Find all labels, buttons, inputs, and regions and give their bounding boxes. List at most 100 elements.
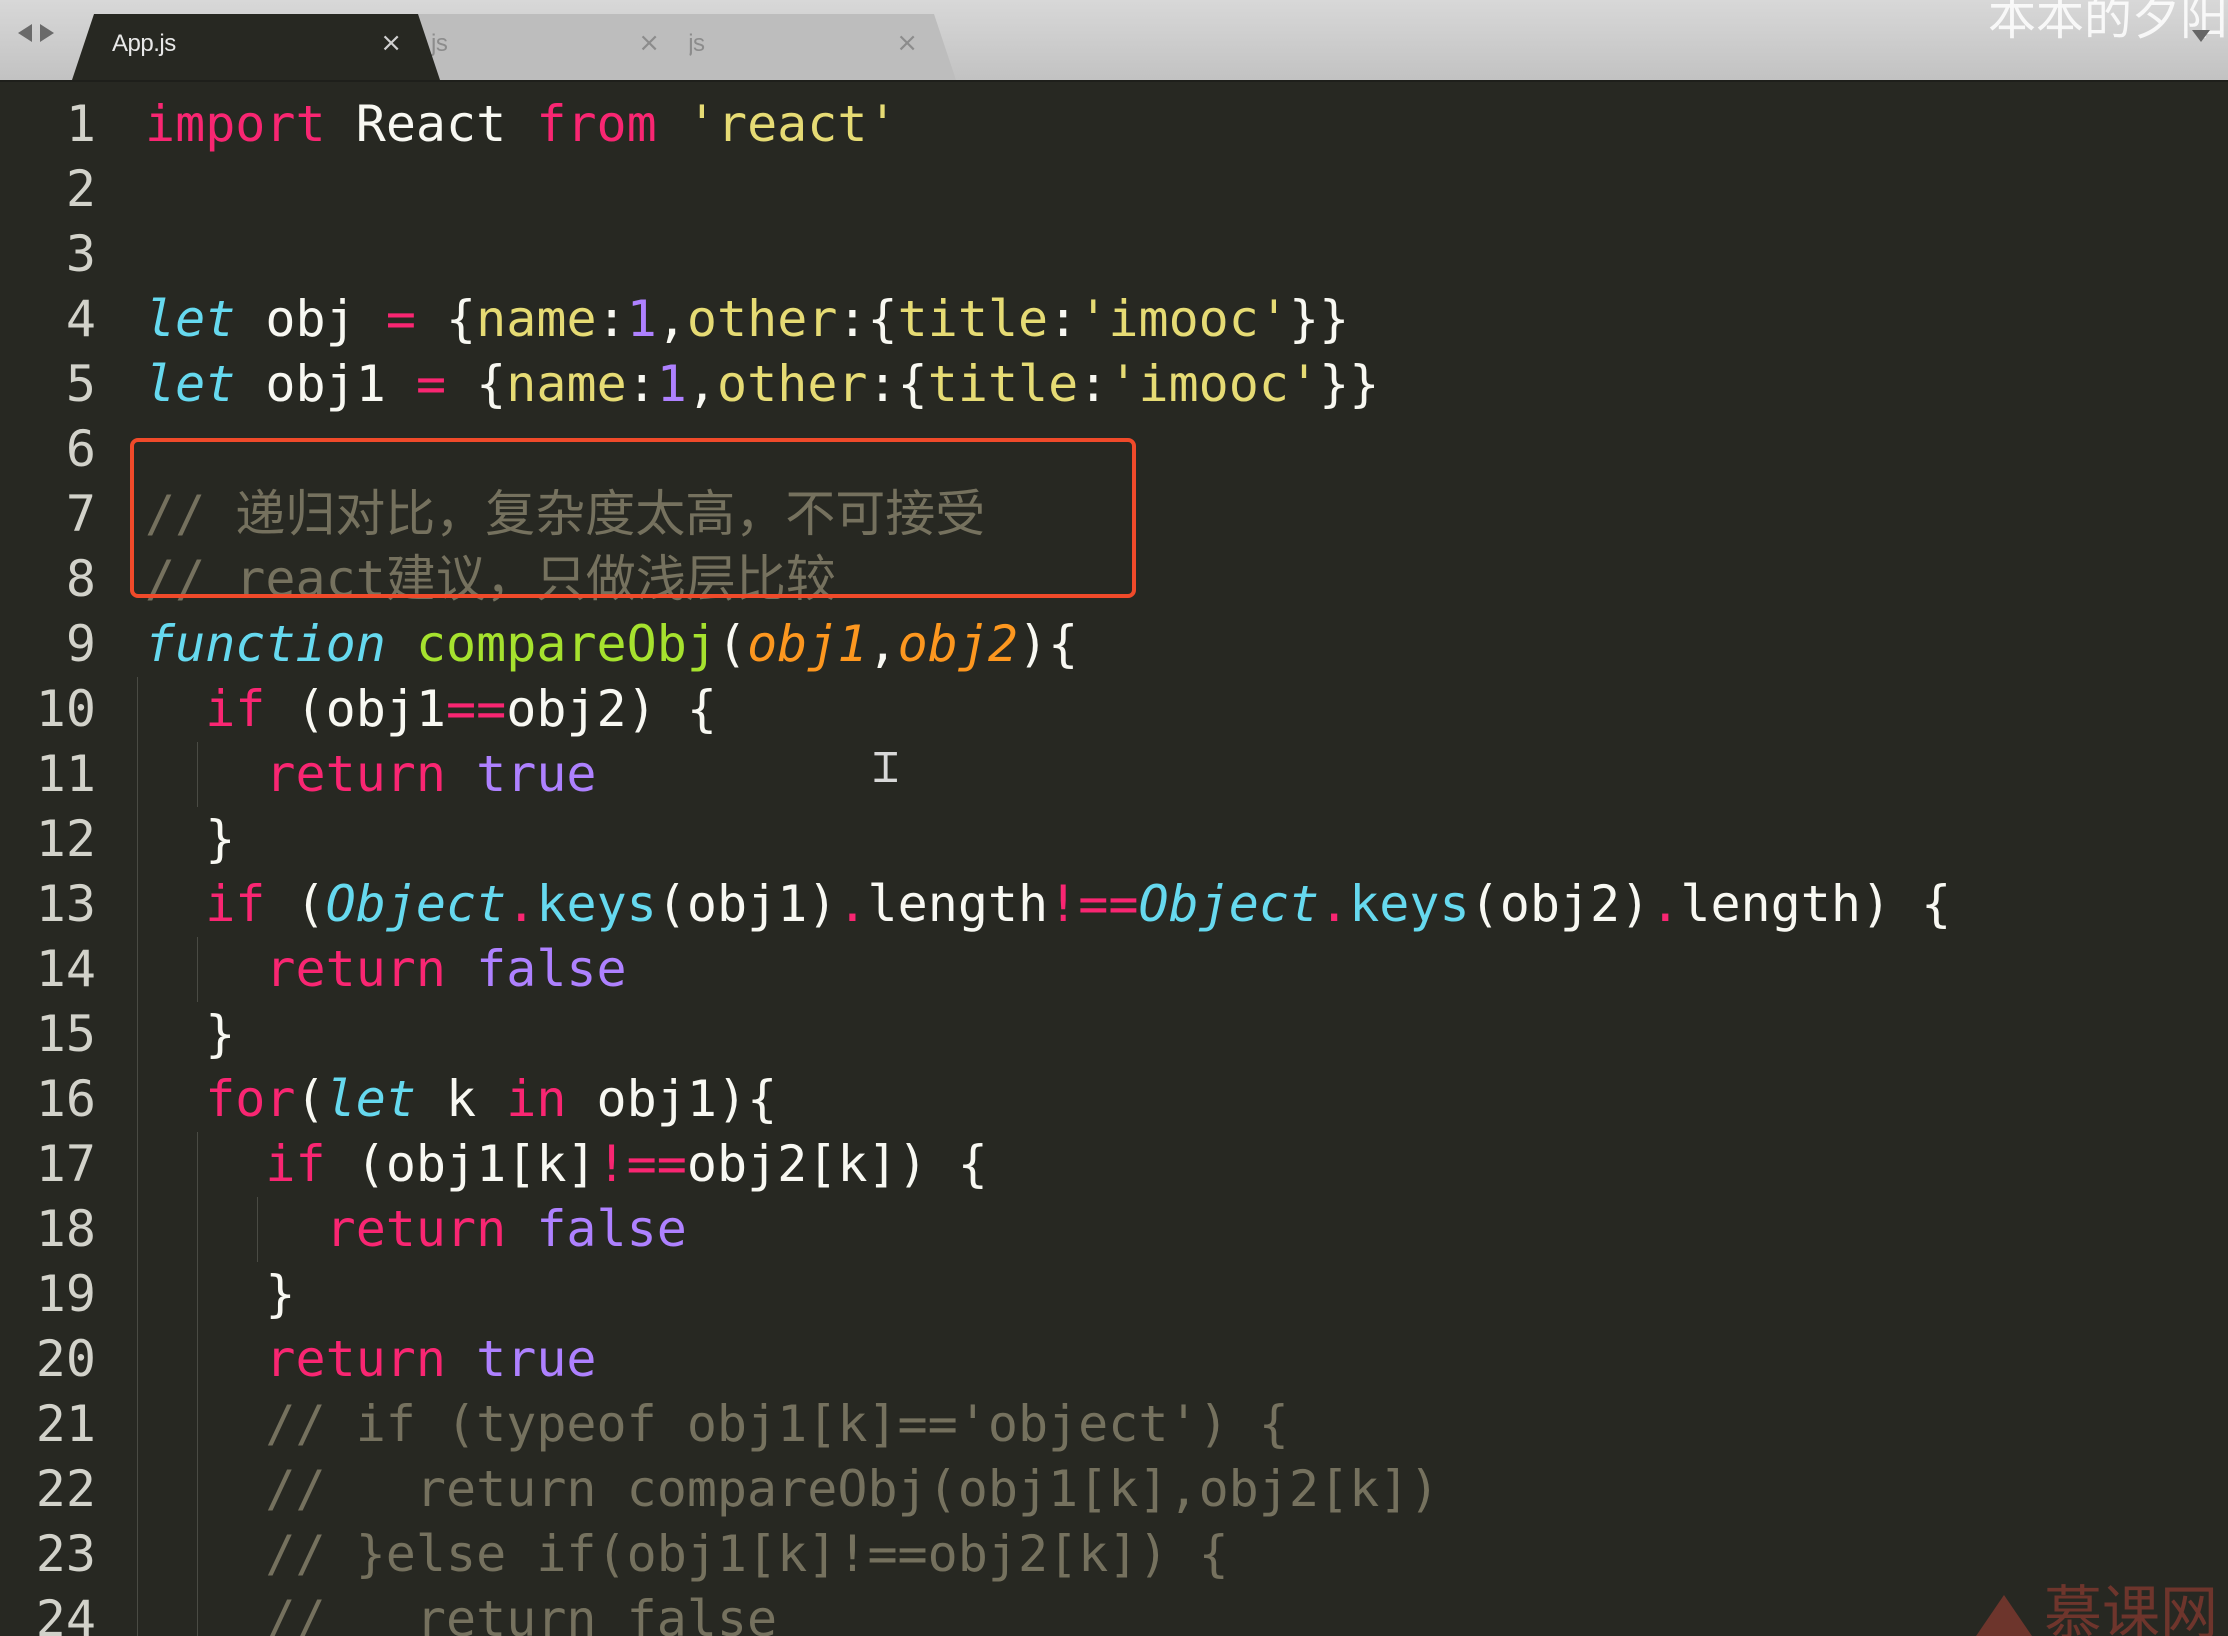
indent-guide (137, 937, 138, 1002)
code-token: import (145, 95, 326, 153)
code-token: . (837, 875, 868, 933)
code-token: compareObj (415, 615, 717, 673)
code-line[interactable]: return true (265, 742, 596, 807)
code-line[interactable]: return false (326, 1197, 687, 1262)
code-token: for (205, 1070, 296, 1128)
watermark-text: 慕课网 (2043, 1579, 2218, 1636)
code-line[interactable]: // if (typeof obj1[k]=='object') { (265, 1392, 1289, 1457)
line-number: 16 (35, 1070, 96, 1128)
code-token: keys (1349, 875, 1470, 933)
line-number-gutter: 1 2 3 4 5 6 7 8 9 10 11 12 13 14 15 16 17 18 19 20 21 22 23 24 (0, 82, 100, 1636)
code-token: , (686, 355, 718, 413)
arrow-right-icon[interactable] (40, 24, 54, 42)
code-token: }} (1319, 355, 1380, 413)
code-line[interactable]: } (265, 1262, 295, 1327)
code-token: == (446, 680, 507, 738)
code-line[interactable]: // return compareObj(obj1[k],obj2[k]) (265, 1457, 1439, 1522)
tab-app-js[interactable]: App.js × (72, 14, 440, 80)
indent-guide (137, 1197, 138, 1262)
code-token: // if (typeof obj1[k]=='object') { (265, 1395, 1289, 1453)
code-token: // }else if(obj1[k]!==obj2[k]) { (265, 1525, 1229, 1583)
code-token: 'imooc' (1078, 290, 1289, 348)
close-icon[interactable]: × (638, 28, 660, 58)
code-token: { (415, 290, 477, 348)
code-token: return (265, 940, 447, 998)
editor-pane[interactable]: 1 2 3 4 5 6 7 8 9 10 11 12 13 14 15 16 17 18 19 20 21 22 23 24 … (0, 82, 2228, 1636)
indent-guide (137, 742, 138, 807)
code-token: obj (235, 290, 386, 348)
code-token: let (145, 290, 236, 348)
code-token: obj1){ (566, 1070, 778, 1128)
code-token: (obj2) (1469, 875, 1651, 933)
line-number: 14 (35, 940, 96, 998)
code-token: keys (536, 875, 657, 933)
code-line[interactable]: let obj1 = {name:1,other:{title:'imooc'}… (145, 352, 1379, 417)
code-token: = (415, 355, 447, 413)
code-token: return (325, 1200, 507, 1258)
annotation-highlight-box (130, 438, 1136, 598)
code-token: !== (596, 1135, 687, 1193)
code-line[interactable]: import React from 'react' (145, 92, 898, 157)
line-number: 19 (35, 1265, 96, 1323)
line-number: 1 (65, 95, 96, 153)
code-token: name (476, 290, 597, 348)
code-token: let (145, 355, 236, 413)
code-line[interactable]: for(let k in obj1){ (205, 1067, 777, 1132)
code-line[interactable]: function compareObj(obj1,obj2){ (145, 612, 1078, 677)
indent-guide (137, 1457, 138, 1522)
logo-icon (1973, 1595, 2034, 1636)
code-token: return (265, 1330, 447, 1388)
code-token: other (686, 290, 838, 348)
code-line[interactable]: if (obj1[k]!==obj2[k]) { (265, 1132, 988, 1197)
code-token: , (867, 615, 898, 673)
line-number: 21 (35, 1395, 96, 1453)
code-token: 'imooc' (1108, 355, 1320, 413)
code-line[interactable]: return false (265, 937, 626, 1002)
line-number: 18 (35, 1200, 96, 1258)
indent-guide (197, 937, 199, 1002)
code-token: true (476, 1330, 597, 1388)
code-token: } (205, 1005, 236, 1063)
code-token: obj1 (747, 615, 868, 673)
indent-guide (197, 1327, 199, 1392)
arrow-left-icon[interactable] (18, 24, 32, 42)
indent-guide (137, 1327, 138, 1392)
code-token: :{ (867, 355, 928, 413)
indent-guide (137, 677, 138, 742)
code-token: obj1 (235, 355, 416, 413)
code-token: in (506, 1070, 567, 1128)
indent-guide (197, 1132, 199, 1197)
line-number: 7 (65, 485, 96, 543)
indent-guide (137, 1067, 138, 1132)
code-line[interactable]: // }else if(obj1[k]!==obj2[k]) { (265, 1522, 1228, 1587)
line-number: 6 (65, 420, 96, 478)
code-token: (obj1) (656, 875, 838, 933)
code-line[interactable]: } (205, 807, 235, 872)
tab-label: App.js (112, 30, 176, 57)
indent-guide (197, 1392, 199, 1457)
line-number: 8 (65, 550, 96, 608)
code-line[interactable]: if (Object.keys(obj1).length!==Object.ke… (205, 872, 1951, 937)
code-token: function (145, 615, 386, 673)
code-line[interactable]: return true (265, 1327, 596, 1392)
code-line[interactable]: } (205, 1002, 235, 1067)
code-line[interactable]: let obj = {name:1,other:{title:'imooc'}} (145, 287, 1349, 352)
close-icon[interactable]: × (380, 28, 402, 58)
close-icon[interactable]: × (896, 28, 918, 58)
code-token: :{ (837, 290, 898, 348)
code-line[interactable]: // return false (265, 1587, 777, 1636)
line-number: 24 (35, 1590, 96, 1636)
code-token: . (1319, 875, 1350, 933)
chevron-down-icon[interactable] (2192, 30, 2210, 42)
line-number: 17 (35, 1135, 96, 1193)
code-token: title (897, 290, 1049, 348)
line-number: 15 (35, 1005, 96, 1063)
code-token: , (656, 290, 687, 348)
indent-guide (137, 1002, 138, 1067)
code-line[interactable]: if (obj1==obj2) { (205, 677, 717, 742)
